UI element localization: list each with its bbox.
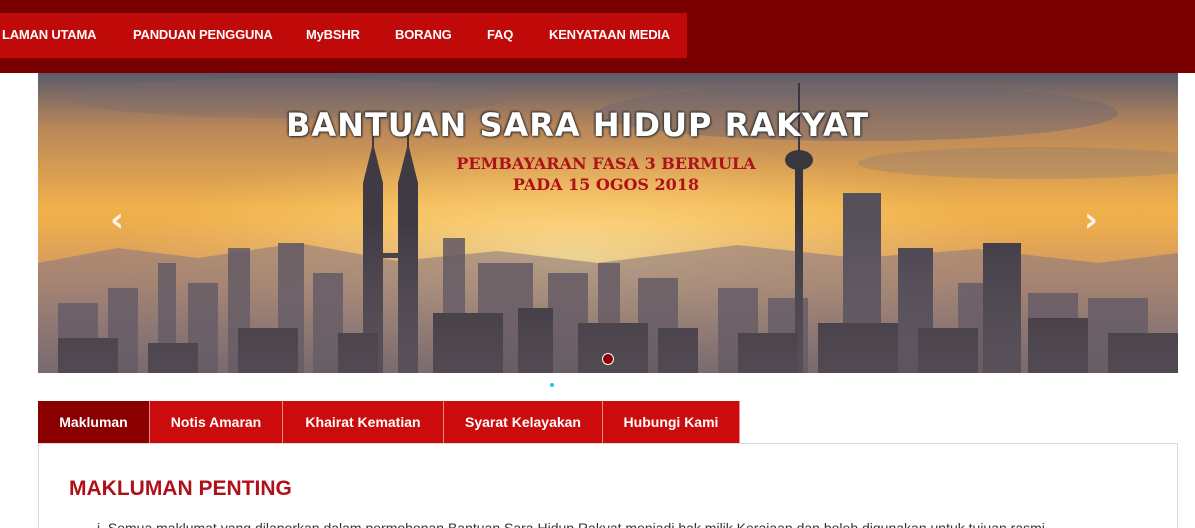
tab-khairat-kematian[interactable]: Khairat Kematian: [283, 401, 444, 443]
hero-carousel: BANTUAN SARA HIDUP RAKYAT PEMBAYARAN FAS…: [38, 73, 1178, 373]
tab-content-panel: MAKLUMAN PENTING i. Semua maklumat yang …: [38, 443, 1178, 528]
section-heading: MAKLUMAN PENTING: [69, 477, 292, 500]
tab-makluman[interactable]: Makluman: [38, 401, 150, 443]
banner-subtitle-line1: PEMBAYARAN FASA 3 BERMULA: [456, 154, 756, 173]
notice-item: i. Semua maklumat yang dilaporkan dalam …: [97, 520, 1045, 528]
nav-mybshr[interactable]: MyBSHR: [306, 27, 360, 42]
banner-subtitle: PEMBAYARAN FASA 3 BERMULA PADA 15 OGOS 2…: [426, 153, 786, 195]
carousel-indicator-dot[interactable]: [602, 353, 614, 365]
nav-faq[interactable]: FAQ: [487, 27, 513, 42]
nav-laman-utama[interactable]: LAMAN UTAMA: [2, 27, 97, 42]
main-nav: LAMAN UTAMA PANDUAN PENGGUNA MyBSHR BORA…: [0, 13, 687, 58]
top-bar: LAMAN UTAMA PANDUAN PENGGUNA MyBSHR BORA…: [0, 0, 1195, 73]
nav-borang[interactable]: BORANG: [395, 27, 452, 42]
carousel-next-icon[interactable]: ›: [1084, 203, 1098, 237]
nav-panduan-pengguna[interactable]: PANDUAN PENGGUNA: [133, 27, 273, 42]
banner-title: BANTUAN SARA HIDUP RAKYAT: [286, 106, 870, 144]
tab-hubungi-kami[interactable]: Hubungi Kami: [603, 401, 740, 443]
tab-notis-amaran[interactable]: Notis Amaran: [150, 401, 283, 443]
banner-subtitle-line2: PADA 15 OGOS 2018: [512, 175, 700, 194]
carousel-prev-icon[interactable]: ‹: [110, 203, 124, 237]
tab-syarat-kelayakan[interactable]: Syarat Kelayakan: [444, 401, 603, 443]
indicator-dot: [550, 383, 554, 387]
nav-kenyataan-media[interactable]: KENYATAAN MEDIA: [549, 27, 670, 42]
